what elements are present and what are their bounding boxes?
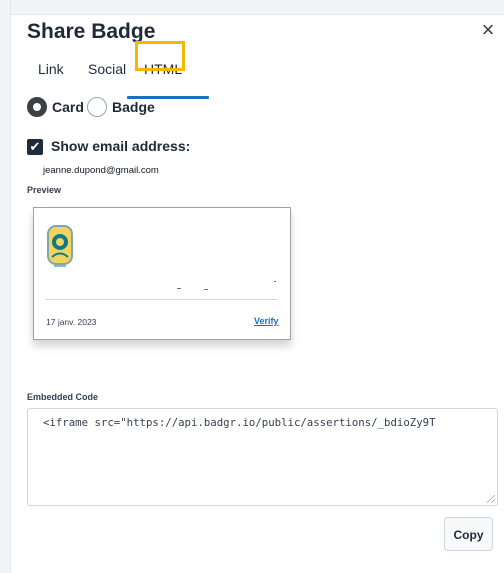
verify-link[interactable]: Verify bbox=[254, 316, 279, 326]
embedded-code-label: Embedded Code bbox=[27, 392, 99, 402]
badge-card-preview: 17 janv. 2023 Verify bbox=[33, 207, 291, 340]
embedded-code-textarea[interactable]: <iframe src="https://api.badgr.io/public… bbox=[27, 408, 498, 506]
tab-social[interactable]: Social bbox=[88, 61, 126, 77]
preview-label: Preview bbox=[27, 185, 62, 195]
card-radio-label[interactable]: Card bbox=[52, 99, 84, 115]
tab-link[interactable]: Link bbox=[38, 61, 64, 77]
card-text-mark bbox=[177, 288, 181, 289]
badge-image bbox=[47, 225, 73, 267]
card-divider bbox=[46, 299, 277, 300]
tab-html-highlight bbox=[135, 41, 185, 71]
resize-handle-icon[interactable] bbox=[487, 495, 495, 503]
background-left bbox=[0, 0, 11, 573]
card-radio[interactable] bbox=[27, 97, 47, 117]
background-top bbox=[0, 0, 504, 15]
email-address: jeanne.dupond@gmail.com bbox=[43, 165, 159, 176]
embedded-code-text: <iframe src="https://api.badgr.io/public… bbox=[43, 416, 436, 429]
card-text-dot bbox=[274, 281, 276, 282]
issue-date: 17 janv. 2023 bbox=[46, 317, 97, 327]
card-text-mark bbox=[204, 289, 208, 290]
badge-radio[interactable] bbox=[87, 97, 107, 117]
badge-radio-label[interactable]: Badge bbox=[112, 99, 155, 115]
close-icon[interactable]: × bbox=[477, 19, 499, 41]
share-badge-dialog: Share Badge × Link Social HTML Card Badg… bbox=[11, 15, 504, 573]
copy-button[interactable]: Copy bbox=[444, 517, 493, 551]
show-email-label[interactable]: Show email address: bbox=[51, 138, 190, 154]
show-email-checkbox[interactable]: ✔ bbox=[27, 139, 43, 155]
